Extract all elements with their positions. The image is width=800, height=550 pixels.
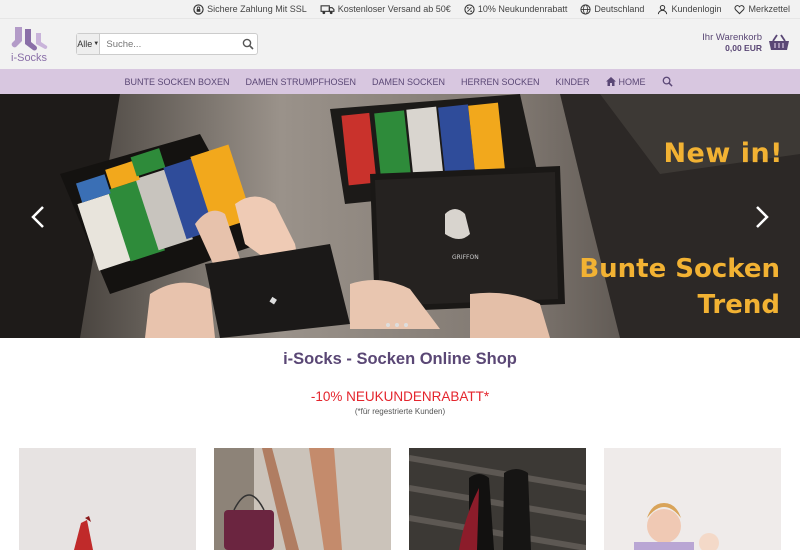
top-info-bar: Sichere Zahlung Mit SSL Kostenloser Vers…: [0, 0, 800, 19]
product-tile[interactable]: [409, 448, 586, 550]
slider-dots: [386, 323, 413, 327]
hero-headline: New in!: [663, 138, 783, 169]
slider-dot[interactable]: [386, 323, 390, 327]
nav-label: HERREN SOCKEN: [461, 76, 540, 87]
nav-label: DAMEN STRUMPFHOSEN: [245, 76, 356, 87]
product-tile[interactable]: [19, 448, 196, 550]
user-icon: [658, 4, 668, 14]
product-image-tights: [19, 448, 196, 550]
nav-label: BUNTE SOCKEN BOXEN: [124, 76, 230, 87]
product-tile[interactable]: [604, 448, 781, 550]
home-icon: [605, 77, 616, 86]
caret-down-icon: ▼: [93, 41, 100, 47]
sock-logo-icon: [11, 27, 48, 51]
product-image-kids: [604, 448, 781, 550]
product-image-shoes: [409, 448, 586, 550]
shipping-info: Kostenloser Versand ab 50€: [320, 4, 451, 15]
discount-info: 10% Neukundenrabatt: [464, 3, 568, 15]
promo-note: (*für regestrierte Kunden): [354, 407, 446, 416]
shopping-basket-icon: [769, 34, 789, 50]
page-title: i-Socks - Socken Online Shop: [283, 350, 517, 368]
search-icon: [242, 38, 254, 50]
search-category-label: Alle: [77, 39, 93, 49]
nav-item-bunte-socken-boxen[interactable]: BUNTE SOCKEN BOXEN: [124, 77, 229, 87]
slider-dot[interactable]: [395, 323, 399, 327]
site-header: i-Socks Alle▼ Ihr Warenkorb 0,00 EUR: [0, 19, 800, 69]
ssl-info: Sichere Zahlung Mit SSL: [193, 3, 307, 15]
promo-banner: -10% NEUKUNDENRABATT*: [310, 389, 490, 404]
wishlist-link[interactable]: Merkzettel: [734, 4, 790, 15]
percent-icon: [464, 3, 475, 15]
login-label: Kundenlogin: [671, 4, 722, 14]
nav-search-button[interactable]: [662, 76, 676, 87]
slider-next-button[interactable]: [752, 202, 772, 232]
search-input[interactable]: [100, 34, 239, 54]
nav-item-home[interactable]: HOME: [605, 76, 646, 87]
slider-prev-button[interactable]: [28, 202, 48, 232]
ssl-label: Sichere Zahlung Mit SSL: [207, 4, 307, 14]
product-image-bag: [214, 448, 391, 550]
nav-item-damen-socken[interactable]: DAMEN SOCKEN: [372, 77, 445, 87]
nav-label: KINDER: [555, 76, 590, 87]
cart-widget[interactable]: Ihr Warenkorb 0,00 EUR: [702, 33, 790, 53]
wishlist-label: Merkzettel: [748, 4, 790, 14]
truck-icon: [320, 4, 335, 14]
country-label: Deutschland: [594, 4, 645, 14]
discount-label: 10% Neukundenrabatt: [477, 4, 568, 14]
cart-total: 0,00 EUR: [725, 43, 762, 53]
product-grid: [0, 448, 800, 550]
search-category-select[interactable]: Alle ▼: [77, 34, 101, 54]
nav-item-damen-strumpfhosen[interactable]: DAMEN STRUMPFHOSEN: [245, 77, 356, 87]
globe-icon: [580, 3, 591, 15]
shipping-label: Kostenloser Versand ab 50€: [337, 4, 451, 14]
hero-line-1: Bunte Socken: [579, 254, 780, 284]
shield-lock-icon: [193, 3, 204, 15]
product-tile[interactable]: [214, 448, 391, 550]
nav-item-kinder[interactable]: KINDER: [556, 77, 590, 87]
cart-text: Ihr Warenkorb 0,00 EUR: [702, 32, 762, 54]
nav-label: DAMEN SOCKEN: [372, 76, 446, 87]
search-icon: [662, 76, 673, 87]
hero-line-2: Trend: [697, 290, 780, 320]
hero-slider[interactable]: ◆ GRIFFON New in! Bunte Socken Trend: [0, 94, 800, 338]
heart-icon: [734, 4, 746, 14]
country-selector[interactable]: Deutschland: [580, 3, 645, 15]
customer-login-link[interactable]: Kundenlogin: [657, 4, 721, 15]
nav-item-herren-socken[interactable]: HERREN SOCKEN: [461, 77, 540, 87]
search-button[interactable]: [238, 38, 257, 50]
site-logo[interactable]: i-Socks: [11, 25, 51, 65]
main-navigation: BUNTE SOCKEN BOXEN DAMEN STRUMPFHOSEN DA…: [0, 69, 800, 94]
search-bar: Alle ▼: [76, 33, 258, 55]
svg-text:GRIFFON: GRIFFON: [452, 254, 479, 261]
nav-label: HOME: [618, 76, 646, 87]
slider-dot[interactable]: [404, 323, 408, 327]
cart-label: Ihr Warenkorb: [702, 32, 762, 43]
hero-subheadline: Bunte Socken Trend: [579, 251, 780, 323]
chevron-right-icon: [756, 206, 769, 228]
chevron-left-icon: [31, 206, 44, 228]
logo-text: i-Socks: [11, 52, 48, 64]
